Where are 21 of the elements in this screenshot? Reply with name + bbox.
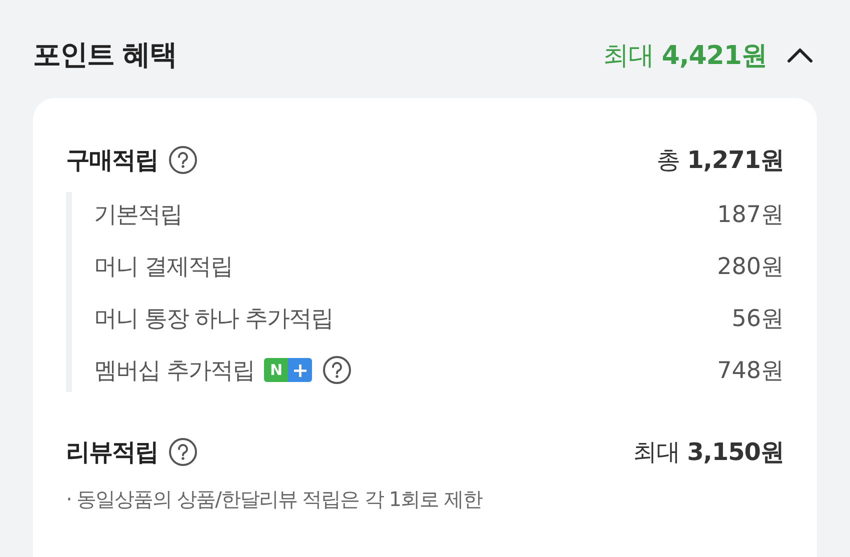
help-icon[interactable] <box>168 145 198 175</box>
section-title: 포인트 혜택 <box>33 37 177 73</box>
category-amount: 최대 3,150원 <box>632 437 784 468</box>
item-amount: 56원 <box>732 304 784 334</box>
item-amount: 187원 <box>717 200 784 230</box>
item-label: 머니 결제적립 <box>94 252 232 282</box>
item-amount: 748원 <box>717 356 784 386</box>
help-icon[interactable] <box>168 437 198 467</box>
chevron-up-icon <box>787 47 813 63</box>
note-text: · 동일상품의 상품/한달리뷰 적립은 각 1회로 제한 <box>66 486 484 513</box>
item-label: 머니 통장 하나 추가적립 <box>94 304 333 334</box>
item-label: 기본적립 <box>94 200 182 230</box>
membership-badge-letter: N <box>264 358 288 382</box>
category-title: 구매적립 <box>66 145 158 176</box>
category-amount: 총 1,271원 <box>656 145 784 176</box>
item-amount: 280원 <box>717 252 784 282</box>
membership-badge-plus: + <box>288 358 312 382</box>
max-points: 최대 4,421원 <box>602 40 767 72</box>
help-icon[interactable] <box>322 355 352 385</box>
item-label: 멤버십 추가적립 <box>94 356 254 386</box>
category-title: 리뷰적립 <box>66 437 158 468</box>
